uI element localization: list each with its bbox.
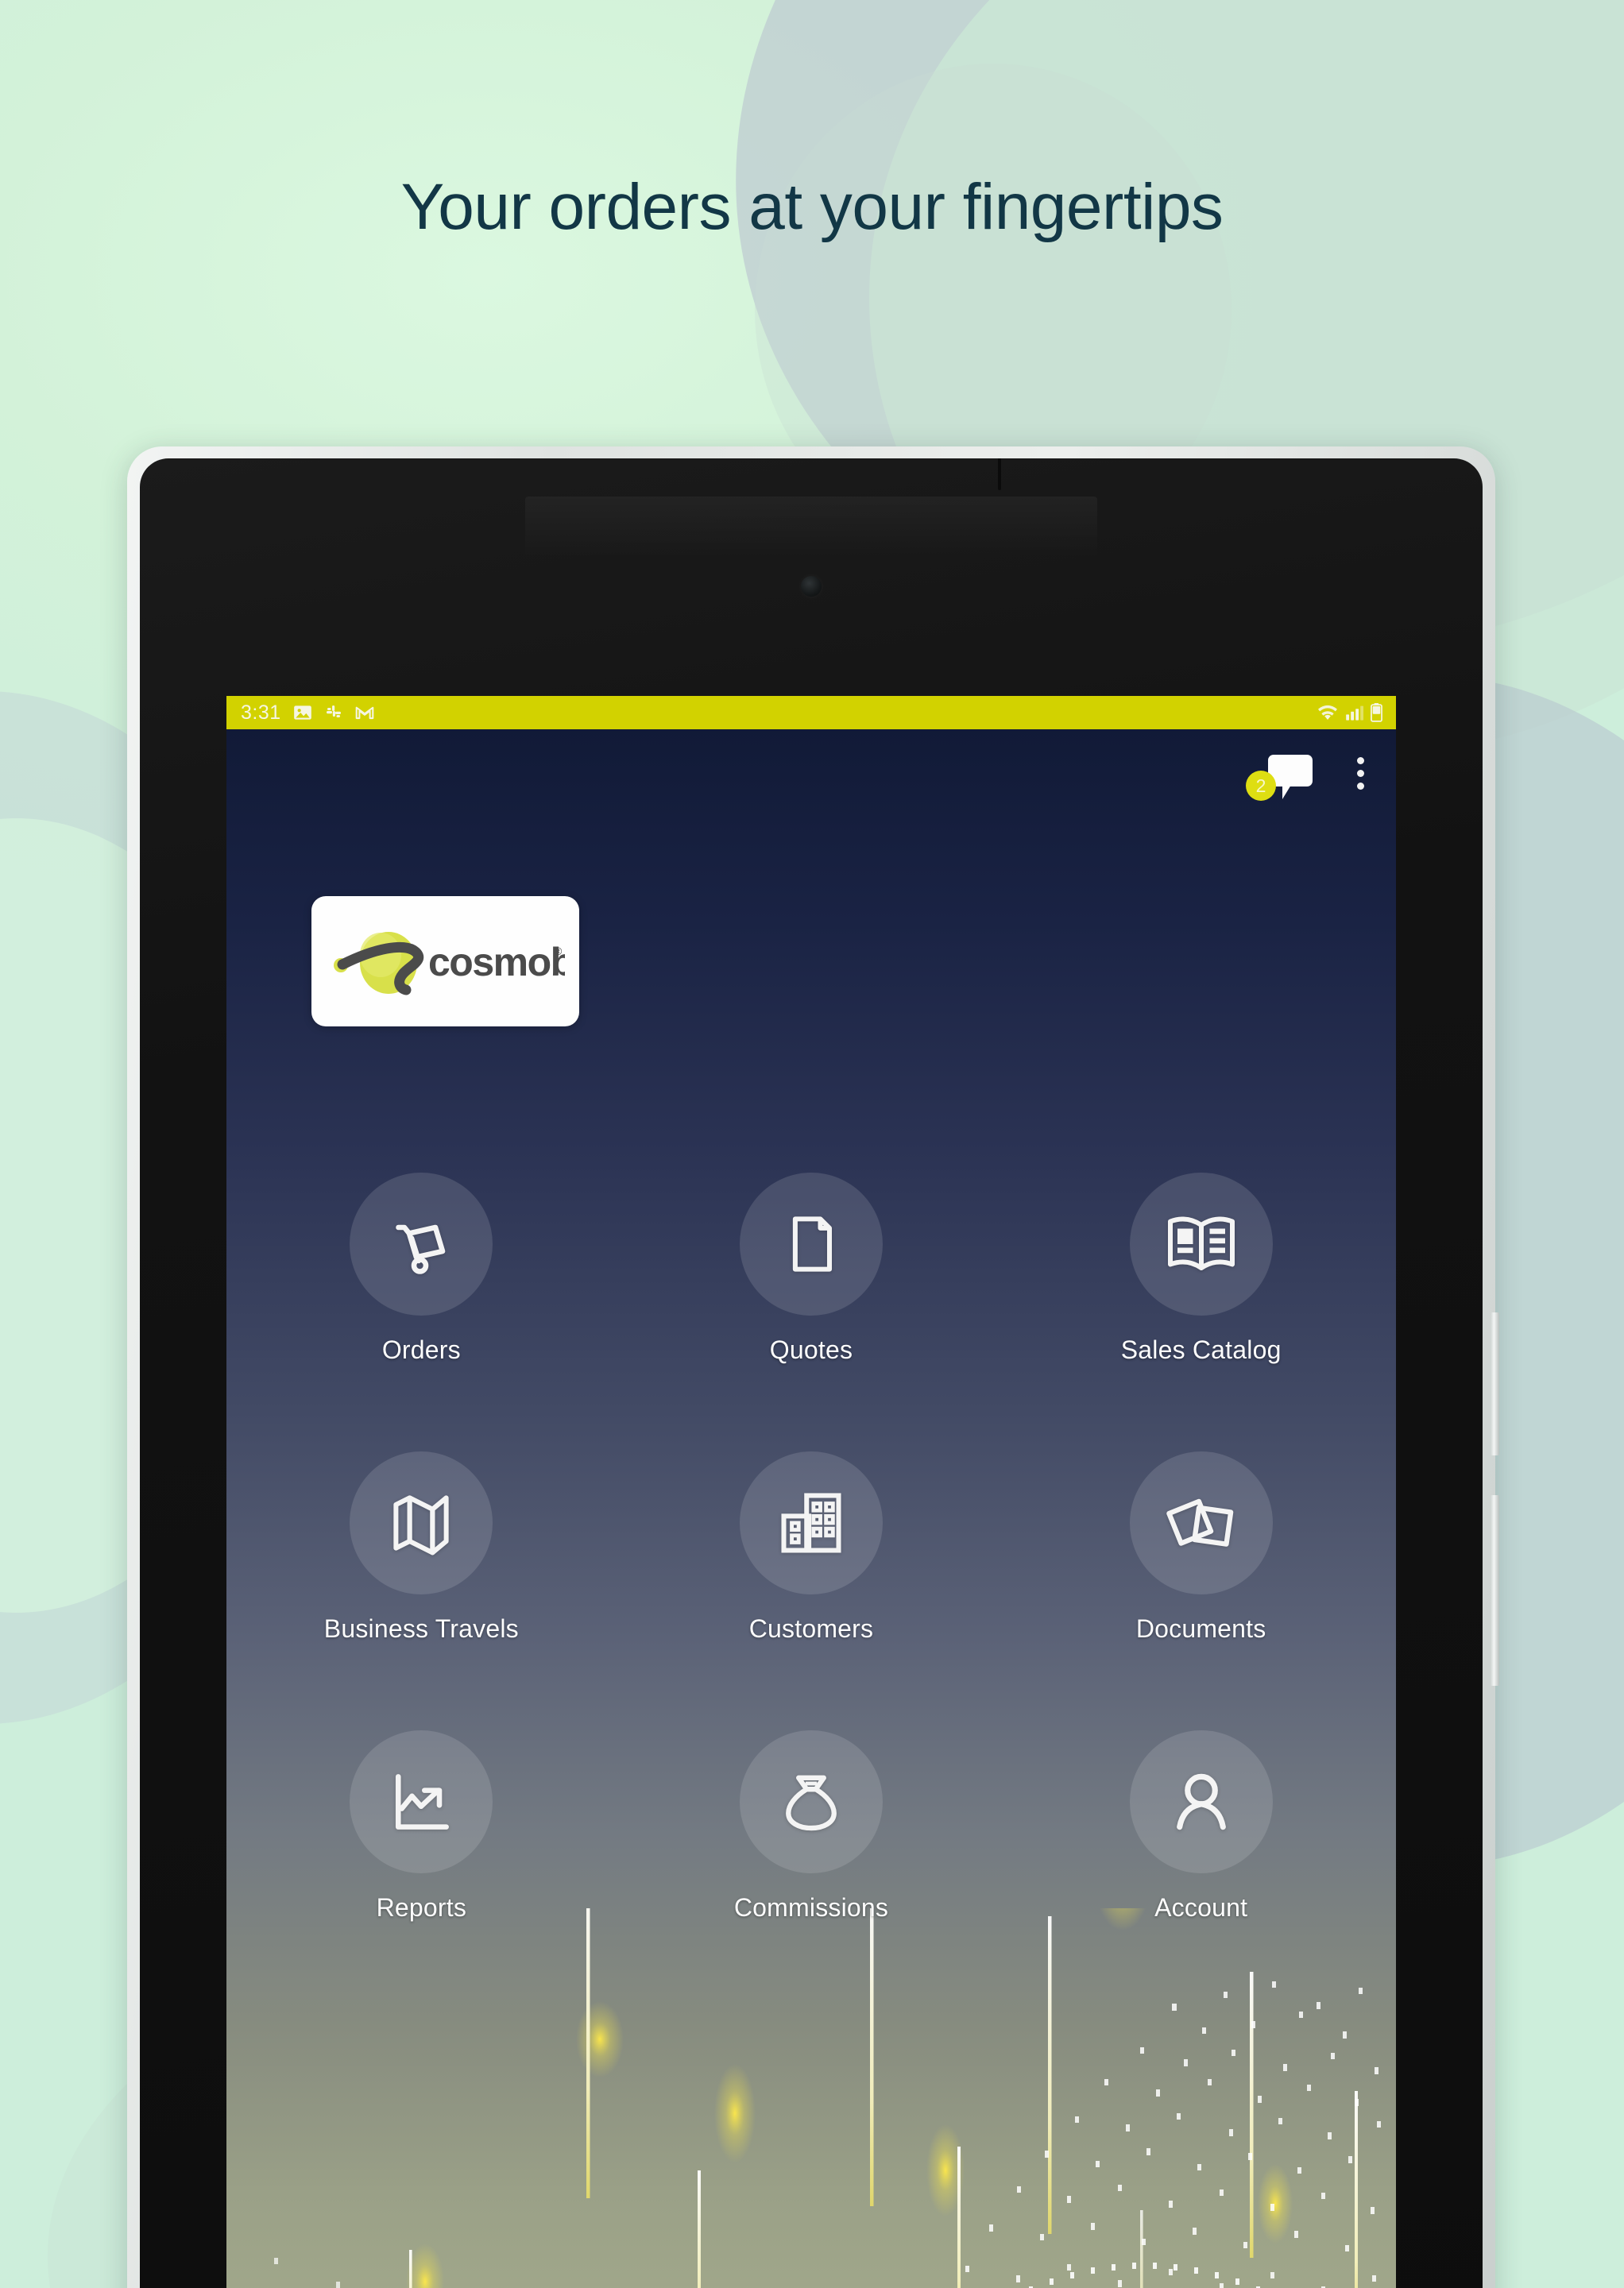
grid-label: Sales Catalog xyxy=(1120,1335,1282,1364)
chat-bubble-tail-icon xyxy=(1282,785,1291,799)
document-page-icon xyxy=(792,1216,833,1272)
kebab-dot-1 xyxy=(1357,756,1364,764)
grid-label: Account xyxy=(1154,1893,1248,1922)
orders-icon-circle xyxy=(350,1173,493,1316)
grid-label: Commissions xyxy=(733,1893,889,1922)
reports-icon-circle xyxy=(350,1730,493,1873)
tablet-device-mockup: 3:31 2 cosmob ® Orders Quotes Sales Cata… xyxy=(127,446,1499,2288)
device-power-button xyxy=(1491,1495,1499,1686)
gmail-icon xyxy=(354,702,375,723)
svg-text:®: ® xyxy=(554,945,563,957)
kebab-menu-icon[interactable] xyxy=(1348,751,1374,796)
grid-item-customers[interactable]: Customers xyxy=(617,1451,1007,1644)
status-bar-system-icons xyxy=(1316,703,1383,722)
kebab-dot-2 xyxy=(1357,769,1364,777)
grid-label: Reports xyxy=(376,1893,467,1922)
folded-map-icon xyxy=(393,1495,449,1556)
grid-item-business-travels[interactable]: Business Travels xyxy=(226,1451,617,1644)
wifi-icon xyxy=(1316,703,1340,722)
kebab-dot-3 xyxy=(1357,782,1364,790)
device-antenna-line xyxy=(998,458,1001,490)
grid-item-orders[interactable]: Orders xyxy=(226,1173,617,1365)
device-volume-button xyxy=(1491,1312,1499,1455)
front-camera-icon xyxy=(801,576,822,597)
grid-item-sales-catalog[interactable]: Sales Catalog xyxy=(1006,1173,1396,1365)
photos-icon xyxy=(292,702,313,723)
grid-item-account[interactable]: Account xyxy=(1006,1730,1396,1923)
customers-icon-circle xyxy=(739,1451,883,1594)
grid-label: Business Travels xyxy=(323,1614,519,1643)
line-chart-up-icon xyxy=(396,1774,450,1830)
promo-headline: Your orders at your fingertips xyxy=(400,171,1224,243)
grid-label: Orders xyxy=(381,1335,461,1364)
grid-item-quotes[interactable]: Quotes xyxy=(617,1173,1007,1365)
person-icon xyxy=(1176,1773,1226,1830)
status-bar: 3:31 xyxy=(226,696,1396,729)
grid-label: Quotes xyxy=(769,1335,853,1364)
app-logo-card: cosmobile ® xyxy=(311,896,579,1026)
sales-catalog-icon-circle xyxy=(1129,1173,1273,1316)
slack-icon xyxy=(324,703,343,722)
grid-label: Customers xyxy=(748,1614,874,1643)
commissions-icon-circle xyxy=(739,1730,883,1873)
svg-text:cosmobile: cosmobile xyxy=(428,940,565,984)
office-buildings-icon xyxy=(781,1493,841,1553)
grid-label: Documents xyxy=(1135,1614,1266,1643)
status-bar-time: 3:31 xyxy=(241,701,281,724)
grid-item-commissions[interactable]: Commissions xyxy=(617,1730,1007,1923)
battery-icon xyxy=(1370,703,1383,722)
money-bag-icon xyxy=(786,1775,837,1831)
quotes-icon-circle xyxy=(739,1173,883,1316)
cosmobile-logo-icon: cosmobile ® xyxy=(333,932,565,995)
cellular-signal-icon xyxy=(1345,704,1364,721)
documents-icon-circle xyxy=(1129,1451,1273,1594)
app-top-bar: 2 xyxy=(226,729,1396,817)
city-lights-decoration xyxy=(226,1908,1396,2288)
overlapping-squares-icon xyxy=(1166,1498,1233,1547)
chat-unread-badge: 2 xyxy=(1246,771,1276,801)
chat-button[interactable]: 2 xyxy=(1246,750,1313,801)
app-feature-grid: Orders Quotes Sales Catalog Business Tra… xyxy=(226,1173,1396,1923)
grid-item-reports[interactable]: Reports xyxy=(226,1730,617,1923)
business-travels-icon-circle xyxy=(350,1451,493,1594)
status-bar-notification-icons xyxy=(292,702,375,723)
device-earpiece xyxy=(525,497,1097,558)
hand-truck-icon xyxy=(396,1224,446,1274)
grid-item-documents[interactable]: Documents xyxy=(1006,1451,1396,1644)
account-icon-circle xyxy=(1129,1730,1273,1873)
device-screen: 3:31 2 cosmob ® Orders Quotes Sales Cata… xyxy=(226,696,1396,2288)
open-book-icon xyxy=(1167,1216,1235,1270)
